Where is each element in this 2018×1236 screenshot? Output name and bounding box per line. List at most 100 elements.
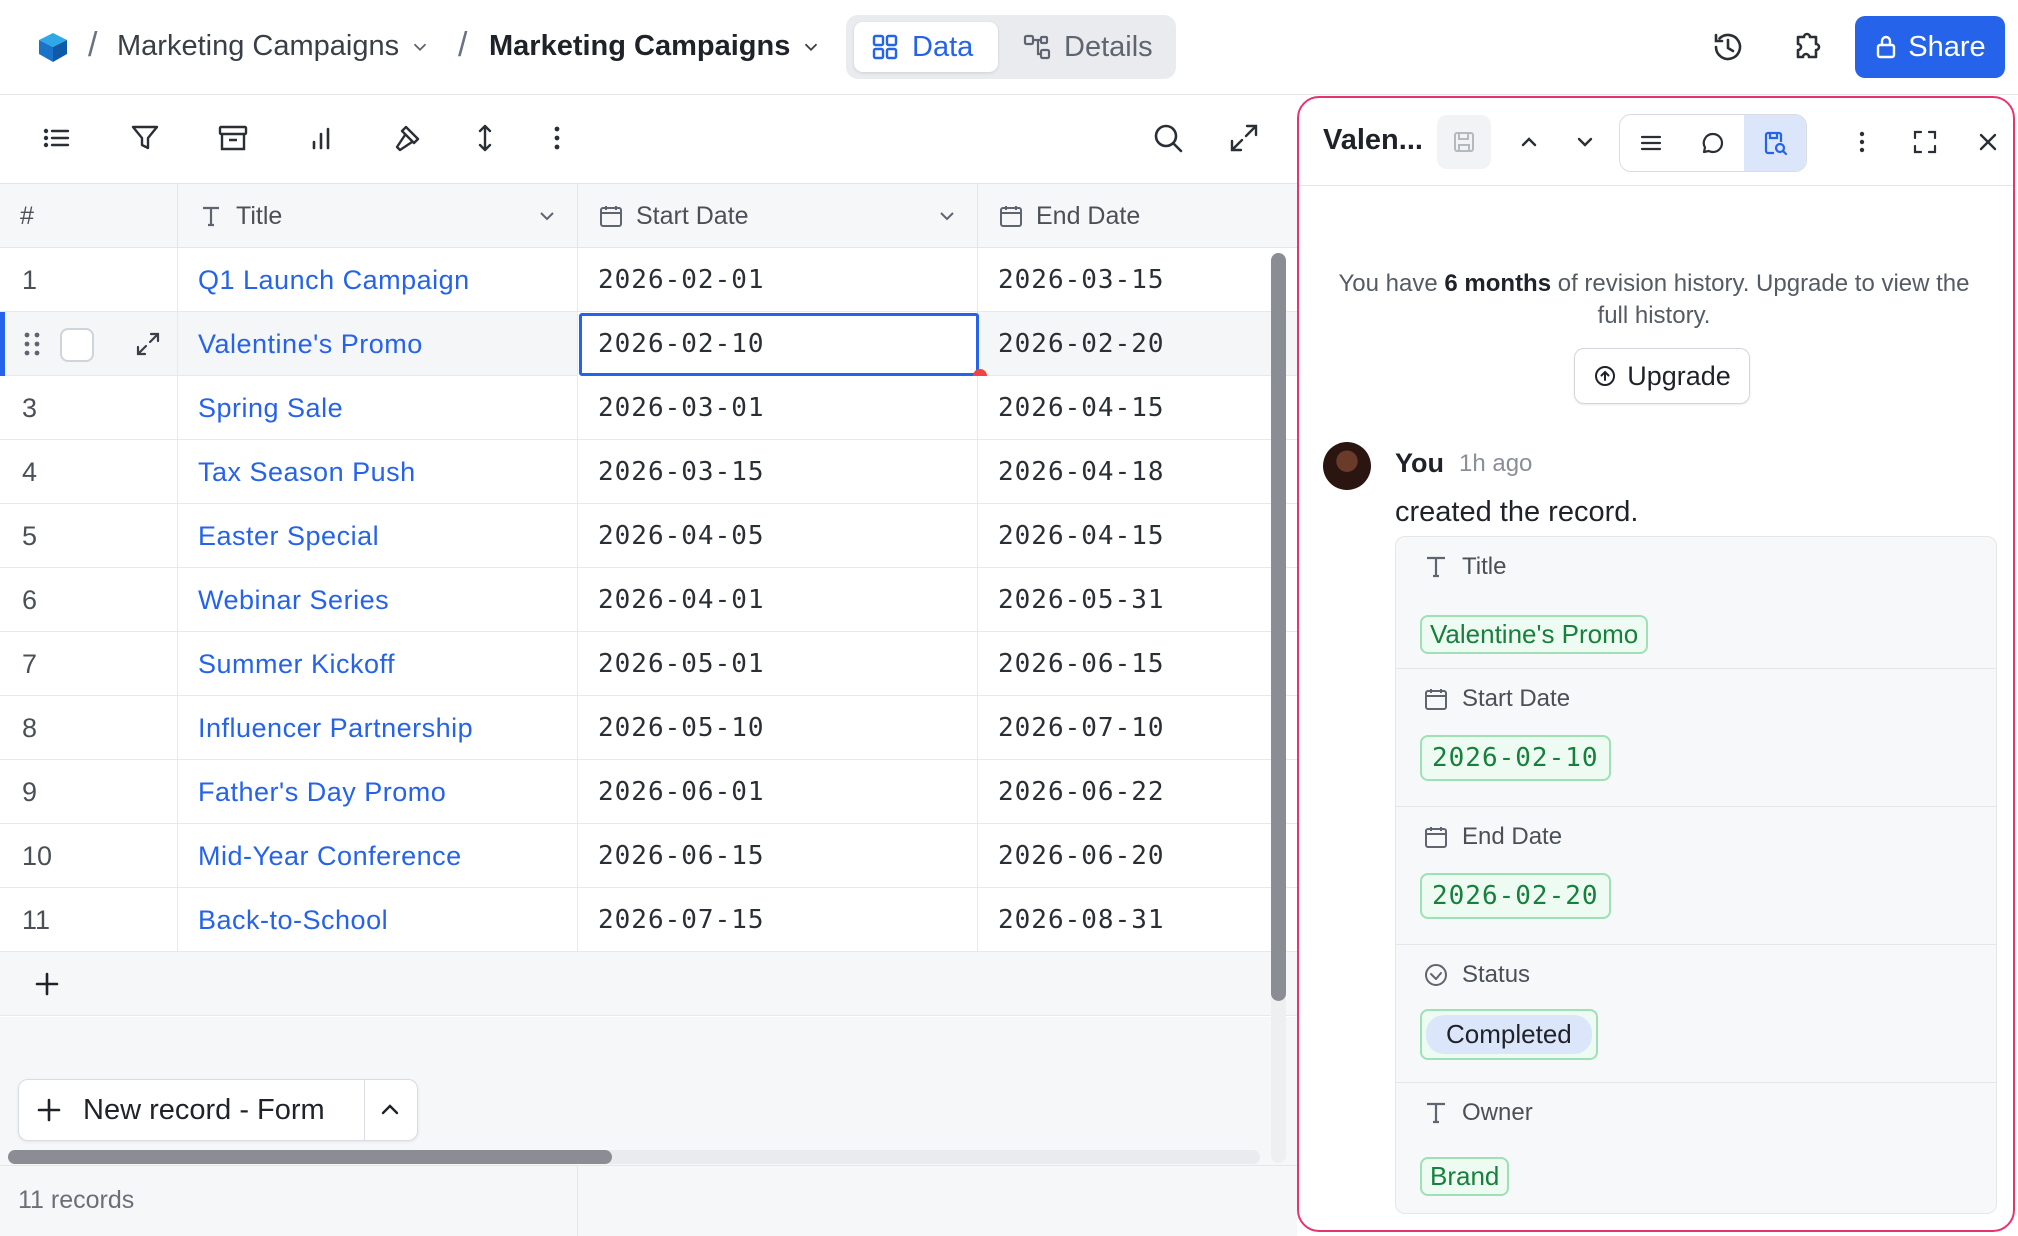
title-cell[interactable]: Father's Day Promo — [178, 760, 578, 824]
column-header-start-date[interactable]: Start Date — [578, 184, 978, 248]
revision-note-text: You have — [1338, 270, 1445, 297]
start-date-cell[interactable]: 2026-03-01 — [578, 376, 978, 440]
panel-header: Valen... — [1299, 98, 2013, 186]
group-icon[interactable] — [213, 118, 253, 158]
end-date-cell[interactable]: 2026-06-15 — [978, 632, 1297, 696]
status-icon — [1425, 964, 1447, 986]
table-row[interactable]: 3 Spring Sale 2026-03-01 2026-04-15 — [0, 376, 1297, 440]
title-cell[interactable]: Back-to-School — [178, 888, 578, 952]
end-date-cell[interactable]: 2026-04-15 — [978, 376, 1297, 440]
change-value-tag: Brand — [1420, 1157, 1510, 1196]
table-header: # Title Start Date End Date — [0, 184, 1297, 248]
extensions-icon[interactable] — [1788, 28, 1826, 66]
horizontal-scrollbar[interactable] — [8, 1150, 612, 1164]
change-item-title: Title Valentine's Promo — [1396, 537, 1996, 669]
breadcrumb-table[interactable]: Marketing Campaigns — [489, 30, 822, 63]
start-date-cell[interactable]: 2026-04-01 — [578, 568, 978, 632]
save-button[interactable] — [1437, 115, 1491, 169]
end-date-cell[interactable]: 2026-07-10 — [978, 696, 1297, 760]
table-row[interactable]: 6 Webinar Series 2026-04-01 2026-05-31 — [0, 568, 1297, 632]
more-icon[interactable] — [537, 118, 577, 158]
fields-view-icon[interactable] — [1620, 115, 1682, 171]
table-row[interactable]: 5 Easter Special 2026-04-05 2026-04-15 — [0, 504, 1297, 568]
start-date-cell[interactable]: 2026-03-15 — [578, 440, 978, 504]
table-row[interactable]: 4 Tax Season Push 2026-03-15 2026-04-18 — [0, 440, 1297, 504]
new-record-button[interactable]: New record - Form — [18, 1079, 418, 1141]
sort-icon[interactable] — [465, 118, 505, 158]
end-date-cell[interactable]: 2026-08-31 — [978, 888, 1297, 952]
change-list: Title Valentine's Promo Start Date 2026-… — [1395, 536, 1997, 1214]
share-button[interactable]: Share — [1855, 16, 2005, 78]
end-date-cell[interactable]: 2026-03-15 — [978, 248, 1297, 312]
record-count: 11 records — [18, 1186, 135, 1214]
history-icon[interactable] — [1709, 28, 1747, 66]
fullscreen-icon[interactable] — [1224, 118, 1264, 158]
start-date-cell[interactable]: 2026-04-05 — [578, 504, 978, 568]
expand-record-icon[interactable] — [134, 330, 162, 358]
title-cell[interactable]: Q1 Launch Campaign — [178, 248, 578, 312]
table-row[interactable]: 11 Back-to-School 2026-07-15 2026-08-31 — [0, 888, 1297, 952]
chevron-up-icon[interactable] — [377, 1097, 403, 1123]
end-date-cell[interactable]: 2026-04-15 — [978, 504, 1297, 568]
title-cell[interactable]: Spring Sale — [178, 376, 578, 440]
chevron-down-icon[interactable] — [935, 204, 959, 228]
title-cell[interactable]: Easter Special — [178, 504, 578, 568]
more-icon[interactable] — [1842, 122, 1882, 162]
row-checkbox[interactable] — [60, 328, 94, 362]
table-row[interactable]: 7 Summer Kickoff 2026-05-01 2026-06-15 — [0, 632, 1297, 696]
column-header-end-date[interactable]: End Date — [978, 184, 1297, 248]
change-value-tag: Valentine's Promo — [1420, 615, 1649, 654]
title-cell[interactable]: Mid-Year Conference — [178, 824, 578, 888]
tab-data[interactable]: Data — [854, 22, 998, 72]
start-date-cell[interactable]: 2026-07-15 — [578, 888, 978, 952]
column-header-title[interactable]: Title — [178, 184, 578, 248]
tab-details[interactable]: Details — [1006, 22, 1169, 72]
chevron-down-icon[interactable] — [1565, 122, 1605, 162]
close-icon[interactable] — [1968, 122, 2008, 162]
title-cell[interactable]: Influencer Partnership — [178, 696, 578, 760]
fields-icon[interactable] — [37, 118, 77, 158]
app-logo-icon[interactable] — [36, 30, 70, 64]
plus-icon — [37, 1098, 61, 1122]
table-row[interactable]: 8 Influencer Partnership 2026-05-10 2026… — [0, 696, 1297, 760]
title-cell[interactable]: Summer Kickoff — [178, 632, 578, 696]
end-date-cell[interactable]: 2026-02-20 — [978, 312, 1297, 376]
title-cell[interactable]: Webinar Series — [178, 568, 578, 632]
expand-panel-icon[interactable] — [1905, 122, 1945, 162]
status-pill: Completed — [1426, 1015, 1592, 1054]
plus-icon[interactable] — [32, 969, 62, 999]
search-icon[interactable] — [1148, 118, 1188, 158]
revision-history-icon[interactable] — [1744, 115, 1806, 171]
start-date-cell[interactable]: 2026-05-10 — [578, 696, 978, 760]
end-date-cell[interactable]: 2026-06-20 — [978, 824, 1297, 888]
end-date-cell[interactable]: 2026-05-31 — [978, 568, 1297, 632]
start-date-cell[interactable]: 2026-05-01 — [578, 632, 978, 696]
table-row-selected[interactable]: Valentine's Promo 2026-02-10 2026-02-20 — [0, 312, 1297, 383]
chevron-down-icon[interactable] — [535, 204, 559, 228]
add-row[interactable] — [0, 952, 1297, 1016]
grid-toolbar — [0, 96, 1297, 184]
table-row[interactable]: 10 Mid-Year Conference 2026-06-15 2026-0… — [0, 824, 1297, 888]
title-cell[interactable]: Tax Season Push — [178, 440, 578, 504]
filter-icon[interactable] — [125, 118, 165, 158]
chart-icon[interactable] — [301, 118, 341, 158]
upgrade-button[interactable]: Upgrade — [1574, 348, 1750, 404]
title-cell[interactable]: Valentine's Promo — [178, 312, 578, 376]
divider — [364, 1080, 365, 1140]
build-icon[interactable] — [389, 118, 429, 158]
start-date-cell[interactable]: 2026-02-01 — [578, 248, 978, 312]
start-date-cell[interactable]: 2026-06-15 — [578, 824, 978, 888]
end-date-cell[interactable]: 2026-06-22 — [978, 760, 1297, 824]
drag-handle-icon[interactable] — [20, 330, 44, 358]
end-date-cell[interactable]: 2026-04-18 — [978, 440, 1297, 504]
change-field-label: Start Date — [1462, 685, 1571, 712]
table-row[interactable]: 1 Q1 Launch Campaign 2026-02-01 2026-03-… — [0, 248, 1297, 312]
comments-icon[interactable] — [1682, 115, 1744, 171]
row-number: 1 — [0, 248, 178, 312]
text-icon — [203, 206, 219, 227]
breadcrumb-base[interactable]: Marketing Campaigns — [117, 30, 431, 63]
start-date-cell[interactable]: 2026-06-01 — [578, 760, 978, 824]
table-row[interactable]: 9 Father's Day Promo 2026-06-01 2026-06-… — [0, 760, 1297, 824]
chevron-up-icon[interactable] — [1509, 122, 1549, 162]
vertical-scrollbar[interactable] — [1271, 253, 1286, 1001]
